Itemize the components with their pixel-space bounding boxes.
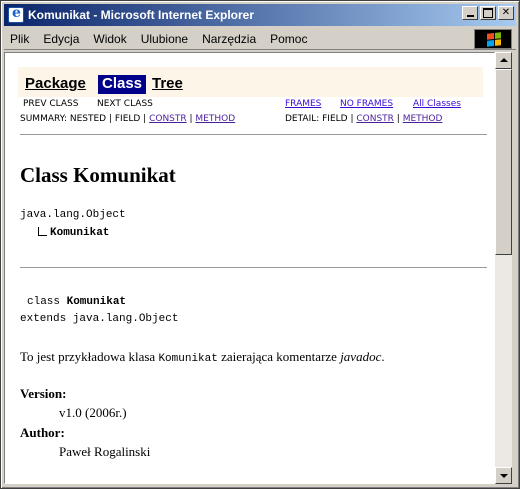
windows-logo-icon (474, 29, 512, 49)
scroll-thumb[interactable] (495, 69, 512, 255)
author-label: Author: (20, 425, 65, 440)
page-viewport: Package Class Tree PREV CLASS NEXT CLASS… (4, 52, 495, 484)
menu-edycja[interactable]: Edycja (37, 32, 85, 46)
scroll-down-button[interactable] (495, 467, 512, 484)
frames-link[interactable]: FRAMES (285, 99, 321, 109)
vertical-scrollbar[interactable] (495, 52, 512, 484)
all-classes-link[interactable]: All Classes (413, 99, 461, 109)
no-frames-link[interactable]: NO FRAMES (340, 99, 393, 109)
minimize-button[interactable] (462, 6, 478, 20)
maximize-button[interactable] (480, 6, 496, 20)
ie-icon (8, 5, 24, 23)
desc-code: Komunikat (158, 353, 218, 365)
author-value: Paweł Rogalinski (59, 444, 151, 459)
javadoc-navbar: Package Class Tree (18, 67, 483, 97)
nav-tree-link[interactable]: Tree (150, 75, 185, 94)
extends-line: extends java.lang.Object (20, 313, 179, 325)
divider (20, 267, 487, 269)
summary-constr-link[interactable]: CONSTR (149, 114, 187, 124)
detail-row: DETAIL: FIELD | CONSTR | METHOD (285, 114, 442, 124)
summary-method-link[interactable]: METHOD (195, 114, 235, 124)
menu-plik[interactable]: Plik (4, 32, 35, 46)
nav-class-current: Class (98, 75, 147, 94)
desc-end: . (381, 349, 385, 364)
version-value: v1.0 (2006r.) (59, 405, 127, 420)
hierarchy-root: java.lang.Object (20, 209, 126, 221)
desc-text-1: To jest przykładowa klasa (20, 349, 159, 364)
window-title: Komunikat - Microsoft Internet Explorer (28, 8, 255, 22)
menu-bar: Plik Edycja Widok Ulubione Narzędzia Pom… (4, 28, 516, 50)
page-title: Class Komunikat (20, 163, 176, 187)
title-bar[interactable]: Komunikat - Microsoft Internet Explorer … (4, 4, 516, 26)
detail-prefix: DETAIL: FIELD | (285, 114, 357, 124)
version-label: Version: (20, 386, 67, 401)
scroll-up-button[interactable] (495, 52, 512, 69)
summary-prefix: SUMMARY: NESTED | FIELD | (20, 114, 150, 124)
detail-constr-link[interactable]: CONSTR (356, 114, 394, 124)
desc-italic: javadoc (340, 349, 382, 364)
detail-sep: | (393, 114, 403, 124)
divider (20, 134, 487, 136)
decl-keyword: class (27, 296, 67, 308)
menu-ulubione[interactable]: Ulubione (135, 32, 194, 46)
detail-method-link[interactable]: METHOD (403, 114, 443, 124)
next-class-label: NEXT CLASS (97, 99, 153, 109)
menu-widok[interactable]: Widok (87, 32, 132, 46)
class-declaration: class Komunikat (27, 296, 126, 308)
menu-pomoc[interactable]: Pomoc (264, 32, 313, 46)
tree-branch-icon (38, 227, 47, 236)
prev-class-label: PREV CLASS (23, 99, 79, 109)
nav-package-link[interactable]: Package (23, 75, 88, 94)
desc-text-2: zaierająca komentarze (217, 349, 341, 364)
caption-buttons: ✕ (460, 6, 514, 20)
class-description: To jest przykładowa klasa Komunikat zaie… (20, 349, 385, 365)
summary-row: SUMMARY: NESTED | FIELD | CONSTR | METHO… (20, 114, 235, 124)
browser-window: Komunikat - Microsoft Internet Explorer … (0, 0, 520, 489)
decl-class-name: Komunikat (66, 296, 127, 308)
close-button[interactable]: ✕ (498, 6, 514, 20)
menu-narzedzia[interactable]: Narzędzia (196, 32, 262, 46)
hierarchy-child: Komunikat (50, 227, 110, 239)
